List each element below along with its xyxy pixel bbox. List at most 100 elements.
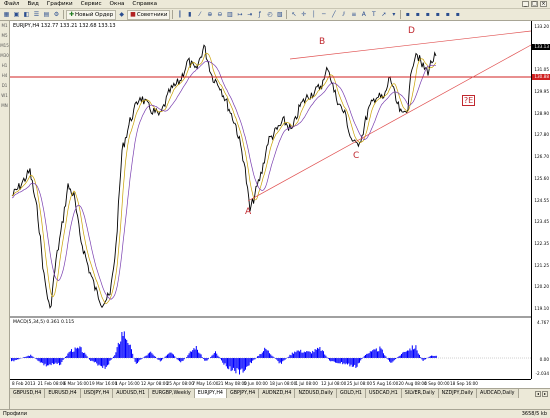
tab-scroll-left-icon[interactable]: ◂ bbox=[535, 390, 541, 397]
trendline-icon[interactable]: ╱ bbox=[329, 10, 338, 19]
close-icon[interactable]: × bbox=[540, 1, 547, 7]
macd-histogram-bar bbox=[117, 342, 119, 358]
label-tool-icon[interactable]: T bbox=[369, 10, 378, 19]
chart-canvas[interactable] bbox=[10, 21, 550, 388]
macd-histogram-bar bbox=[86, 356, 88, 358]
macd-histogram-bar bbox=[99, 358, 101, 366]
restore-icon[interactable]: □ bbox=[531, 1, 538, 7]
new-order-icon: ✚ bbox=[69, 11, 75, 18]
chart-tab[interactable]: AUDCAD,Daily bbox=[477, 389, 519, 398]
sidebar-period-item[interactable]: D1 bbox=[0, 81, 9, 91]
zoom-in-icon[interactable]: ⊕ bbox=[205, 10, 214, 19]
time-tick-label: 18 Jun 08:00 bbox=[269, 381, 297, 386]
sidebar-period-item[interactable]: M5 bbox=[0, 31, 9, 41]
menu-item[interactable]: Сервис bbox=[77, 0, 106, 9]
terminal-icon[interactable]: ▤ bbox=[42, 10, 51, 19]
periods-icon[interactable]: ◴ bbox=[265, 10, 274, 19]
chart-tab[interactable]: SILVER,Daily bbox=[401, 389, 439, 398]
meta-editor-icon[interactable]: ◆ bbox=[117, 10, 126, 19]
chart-tab[interactable]: USDJPY,H4 bbox=[80, 389, 114, 398]
arrow-tool-icon[interactable]: ➚ bbox=[379, 10, 388, 19]
line-chart-icon[interactable]: ⁄ bbox=[195, 10, 204, 19]
tile-windows-icon[interactable]: ▥ bbox=[225, 10, 234, 19]
tab-scroll-right-icon[interactable]: ▸ bbox=[542, 390, 548, 397]
sidebar-period-item[interactable]: M1 bbox=[0, 21, 9, 31]
chart-tab[interactable]: NZDUSD,Daily bbox=[295, 389, 337, 398]
macd-histogram-bar bbox=[395, 358, 396, 360]
macd-histogram-bar bbox=[151, 353, 153, 358]
sidebar-period-item[interactable]: W1 bbox=[0, 91, 9, 101]
menu-item[interactable]: Справка bbox=[128, 0, 161, 9]
chart-tab[interactable]: GBPUSD,H4 bbox=[10, 389, 46, 398]
autoscroll-icon[interactable]: ↦ bbox=[235, 10, 244, 19]
macd-histogram-bar bbox=[109, 358, 111, 361]
timeframe-h4-icon[interactable]: ▪ bbox=[443, 10, 452, 19]
chart-tab[interactable]: EURGBP,Weekly bbox=[149, 389, 195, 398]
text-label-box[interactable]: ?E bbox=[462, 95, 475, 106]
chart-tab[interactable]: USDCAD,H1 bbox=[365, 389, 402, 398]
macd-histogram-bar bbox=[251, 358, 252, 364]
bar-chart-icon[interactable]: ┃ bbox=[175, 10, 184, 19]
market-watch-icon[interactable]: ◧ bbox=[22, 10, 31, 19]
chart-tab[interactable]: AUDUSD,H1 bbox=[113, 389, 150, 398]
macd-histogram-bar bbox=[278, 358, 280, 364]
more-tools-icon[interactable]: ▾ bbox=[389, 10, 398, 19]
menu-item[interactable]: Графики bbox=[43, 0, 77, 9]
macd-histogram-bar bbox=[179, 358, 180, 362]
sidebar-period-item[interactable]: M30 bbox=[0, 51, 9, 61]
new-order-button[interactable]: ✚ Новый Ордер bbox=[66, 9, 117, 20]
sidebar-period-item[interactable]: H1 bbox=[0, 61, 9, 71]
cursor-icon[interactable]: ↖ bbox=[289, 10, 298, 19]
timeframe-d1-icon[interactable]: ▪ bbox=[453, 10, 462, 19]
chart-tab[interactable]: EURJPY,H4 bbox=[194, 389, 227, 398]
timeframe-m15-icon[interactable]: ▪ bbox=[423, 10, 432, 19]
sidebar-period-item[interactable]: MN bbox=[0, 101, 9, 111]
macd-histogram-bar bbox=[161, 358, 162, 361]
chart-tab[interactable]: EURUSD,H4 bbox=[45, 389, 81, 398]
macd-histogram-bar bbox=[379, 346, 381, 358]
toolbar-separator bbox=[286, 10, 288, 19]
navigator-icon[interactable]: ☰ bbox=[32, 10, 41, 19]
macd-histogram-bar bbox=[283, 358, 285, 361]
profiles-icon[interactable]: ▣ bbox=[12, 10, 21, 19]
channel-icon[interactable]: ⫽ bbox=[339, 10, 348, 19]
chart-tab[interactable]: GOLD,H1 bbox=[336, 389, 366, 398]
macd-histogram-bar bbox=[357, 358, 359, 364]
tester-icon[interactable]: ⚙ bbox=[52, 10, 61, 19]
macd-histogram-bar bbox=[390, 358, 392, 363]
timeframe-m5-icon[interactable]: ▪ bbox=[413, 10, 422, 19]
macd-histogram-bar bbox=[37, 358, 39, 361]
minimize-icon[interactable]: _ bbox=[522, 1, 529, 7]
horizontal-line-icon[interactable]: ─ bbox=[319, 10, 328, 19]
crosshair-icon[interactable]: ✛ bbox=[299, 10, 308, 19]
macd-histogram-bar bbox=[191, 351, 192, 358]
sidebar-period-item[interactable]: M15 bbox=[0, 41, 9, 51]
wave-label-a: A bbox=[245, 207, 252, 217]
menu-item[interactable]: Файл bbox=[0, 0, 23, 9]
zoom-out-icon[interactable]: ⊖ bbox=[215, 10, 224, 19]
templates-icon[interactable]: ▧ bbox=[275, 10, 284, 19]
time-tick-label: 5 Aug 16:00 bbox=[372, 381, 399, 386]
chart-tab[interactable]: GBPJPY,H4 bbox=[226, 389, 260, 398]
candle-chart-icon[interactable]: ▮ bbox=[185, 10, 194, 19]
new-chart-icon[interactable]: ▦ bbox=[2, 10, 11, 19]
macd-histogram-bar bbox=[91, 358, 93, 361]
macd-histogram-bar bbox=[410, 350, 412, 358]
macd-histogram-bar bbox=[366, 353, 368, 358]
macd-histogram-bar bbox=[317, 347, 318, 358]
timeframe-h1-icon[interactable]: ▪ bbox=[433, 10, 442, 19]
timeframe-m1-icon[interactable]: ▪ bbox=[403, 10, 412, 19]
menu-item[interactable]: Окна bbox=[106, 0, 129, 9]
fibonacci-icon[interactable]: ≡ bbox=[349, 10, 358, 19]
chart-tab[interactable]: AUDNZD,H4 bbox=[259, 389, 296, 398]
text-tool-icon[interactable]: A bbox=[359, 10, 368, 19]
chart-tab[interactable]: NZDJPY,Daily bbox=[438, 389, 478, 398]
time-tick-label: 5 Jun 00:00 bbox=[243, 381, 268, 386]
sidebar-period-item[interactable]: H4 bbox=[0, 71, 9, 81]
chart-shift-icon[interactable]: ⇥ bbox=[245, 10, 254, 19]
menu-item[interactable]: Вид bbox=[23, 0, 42, 9]
vertical-line-icon[interactable]: │ bbox=[309, 10, 318, 19]
indicators-icon[interactable]: ƒ bbox=[255, 10, 264, 19]
chart-window[interactable]: EURJPY,H4 132.77 133.21 132.68 133.13 13… bbox=[10, 21, 550, 388]
advisors-button[interactable]: ■ Советники bbox=[127, 9, 171, 20]
